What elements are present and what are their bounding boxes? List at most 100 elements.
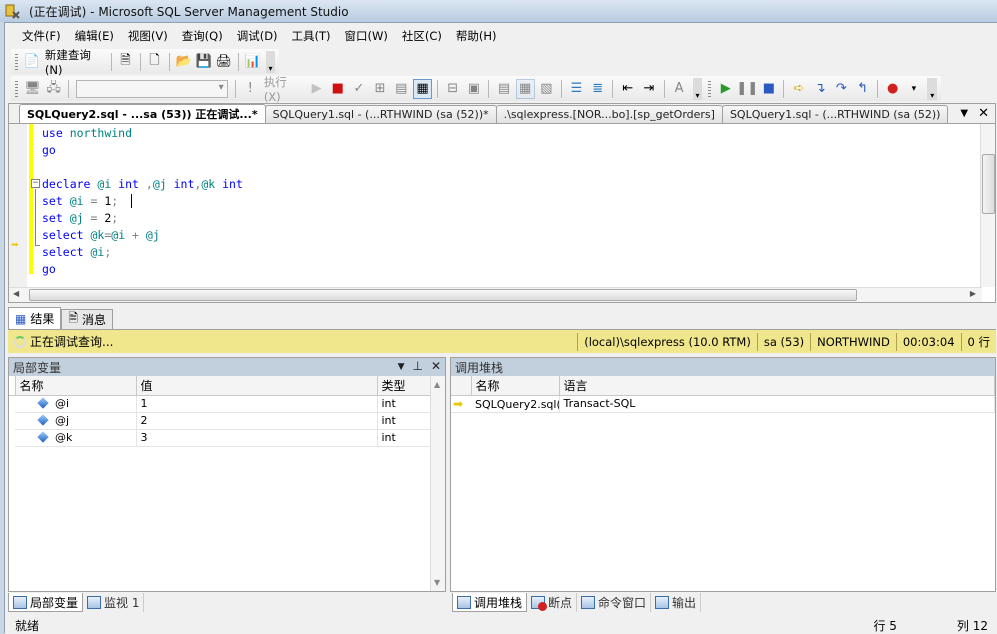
column-header-value[interactable]: 值	[136, 376, 378, 396]
menu-debug[interactable]: 调试(D)	[230, 28, 285, 44]
doc-tab-sqlquery2[interactable]: SQLQuery2.sql - ...sa (53)) 正在调试...*	[19, 104, 266, 123]
database-engine-query-icon[interactable]: 🗎	[116, 52, 134, 72]
column-header-type[interactable]: 类型	[377, 376, 431, 396]
code-line[interactable]: use northwind	[42, 125, 132, 142]
continue-icon[interactable]: ▶	[716, 79, 735, 99]
menu-tools[interactable]: 工具(T)	[285, 28, 338, 44]
cancel-query-icon[interactable]: ■	[328, 79, 347, 99]
column-header-name[interactable]: 名称	[471, 376, 560, 396]
disconnect-icon[interactable]: 🖧	[44, 79, 63, 99]
debug-start-icon[interactable]: ▶	[307, 79, 326, 99]
code-line[interactable]: go	[42, 142, 56, 159]
tab-command-window[interactable]: 命令窗口	[577, 593, 652, 612]
editor-gutter[interactable]	[9, 124, 27, 287]
new-query-icon[interactable]: 📄	[23, 52, 41, 72]
debug-toolbar-grip[interactable]	[708, 80, 712, 97]
toolbar-grip[interactable]	[15, 53, 18, 70]
column-header-name[interactable]: 名称	[15, 376, 137, 396]
menu-query[interactable]: 查询(Q)	[175, 28, 230, 44]
save-icon[interactable]: 💾	[195, 52, 213, 72]
window-position-dropdown-icon[interactable]: ▼	[398, 359, 405, 375]
increase-indent-icon[interactable]: ⇥	[639, 79, 658, 99]
scroll-right-icon[interactable]: ▶	[970, 289, 976, 298]
column-header-language[interactable]: 语言	[559, 376, 995, 396]
tab-results[interactable]: ▦ 结果	[8, 307, 62, 329]
sql-editor[interactable]: − ➡ use northwind go declare @i int ,@j in…	[9, 124, 982, 287]
tab-breakpoints[interactable]: 断点	[527, 593, 578, 612]
scrollbar-thumb[interactable]	[982, 154, 995, 214]
doc-tab-sp-getorders[interactable]: .\sqlexpress.[NOR...bo].[sp_getOrders]	[495, 105, 723, 123]
show-next-statement-icon[interactable]: ➪	[789, 79, 808, 99]
table-row[interactable]: @i 1 int	[9, 395, 431, 413]
connect-icon[interactable]: 🖥	[23, 79, 42, 99]
results-to-text-icon[interactable]: ▤	[494, 79, 513, 99]
breakpoints-window-icon[interactable]: ●	[883, 79, 902, 99]
code-line[interactable]: select @k=@i + @j	[42, 227, 160, 244]
editor-vertical-scrollbar[interactable]	[980, 124, 995, 287]
step-into-icon[interactable]: ↴	[811, 79, 830, 99]
scroll-left-icon[interactable]: ◀	[13, 289, 19, 298]
tab-watch-1[interactable]: 监视 1	[83, 593, 145, 612]
tab-messages[interactable]: 🗎 消息	[61, 309, 114, 329]
editor-horizontal-scrollbar[interactable]: ◀ ▶	[9, 287, 982, 302]
menu-window[interactable]: 窗口(W)	[338, 28, 395, 44]
auto-hide-pin-icon[interactable]: ⊥	[412, 359, 422, 375]
specify-template-values-icon[interactable]: A	[670, 79, 689, 99]
menu-help[interactable]: 帮助(H)	[449, 28, 504, 44]
code-line[interactable]: set @i = 1;	[42, 193, 118, 210]
scrollbar-thumb[interactable]	[29, 289, 857, 301]
database-select[interactable]	[76, 79, 228, 98]
client-statistics-icon[interactable]: ▣	[464, 79, 483, 99]
execute-button[interactable]: 执行(X)	[264, 74, 302, 104]
menu-file[interactable]: 文件(F)	[15, 28, 68, 44]
new-query-button[interactable]: 新建查询(N)	[45, 47, 103, 77]
code-line[interactable]: select @i;	[42, 244, 111, 261]
variable-value[interactable]: 2	[136, 412, 378, 430]
open-folder-icon[interactable]: 📂	[175, 52, 193, 72]
variable-value[interactable]: 3	[136, 429, 378, 447]
variable-value[interactable]: 1	[136, 395, 378, 413]
scroll-down-icon[interactable]: ▼	[434, 578, 440, 587]
menu-edit[interactable]: 编辑(E)	[68, 28, 121, 44]
scroll-up-icon[interactable]: ▲	[434, 380, 440, 389]
close-panel-icon[interactable]: ✕	[431, 359, 441, 375]
results-to-grid-icon[interactable]: ▦	[515, 78, 535, 99]
menu-community[interactable]: 社区(C)	[395, 28, 449, 44]
table-row[interactable]: ➡ SQLQuery2.sql() 行 Transact-SQL	[451, 395, 995, 413]
uncomment-lines-icon[interactable]: ≣	[588, 79, 607, 99]
toolbar-overflow-icon[interactable]: ▾	[692, 77, 703, 100]
table-row[interactable]: @k 3 int	[9, 429, 431, 447]
toolbar-overflow-icon[interactable]: ▾	[265, 50, 276, 73]
include-plan-icon[interactable]: ⊟	[443, 79, 462, 99]
toolbar-overflow-icon[interactable]: ▾	[927, 77, 937, 100]
tab-list-dropdown-icon[interactable]: ▼	[960, 106, 968, 122]
break-all-icon[interactable]: ❚❚	[736, 79, 758, 99]
parse-icon[interactable]: ✓	[349, 79, 368, 99]
tab-output[interactable]: 输出	[651, 593, 702, 612]
stop-debugging-icon[interactable]: ■	[759, 79, 778, 99]
activity-monitor-icon[interactable]: 📊	[244, 52, 262, 72]
step-over-icon[interactable]: ↷	[832, 79, 851, 99]
table-row[interactable]: @j 2 int	[9, 412, 431, 430]
step-out-icon[interactable]: ↰	[853, 79, 872, 99]
doc-tab-sqlquery1-modified[interactable]: SQLQuery1.sql - (...RTHWIND (sa (52))*	[264, 105, 497, 123]
collapse-region-icon[interactable]: −	[31, 179, 40, 188]
execute-icon[interactable]: !	[241, 79, 260, 99]
print-icon[interactable]: 🖨	[215, 52, 233, 72]
close-tab-icon[interactable]: ✕	[978, 106, 989, 122]
doc-tab-sqlquery1[interactable]: SQLQuery1.sql - (...RTHWIND (sa (52))	[721, 105, 949, 123]
tab-call-stack[interactable]: 调用堆栈	[452, 593, 528, 612]
decrease-indent-icon[interactable]: ⇤	[618, 79, 637, 99]
query-designer-icon[interactable]: ▤	[392, 79, 411, 99]
menu-view[interactable]: 视图(V)	[121, 28, 175, 44]
comment-lines-icon[interactable]: ☰	[567, 79, 586, 99]
code-line[interactable]: declare @i int ,@j int,@k int	[42, 176, 243, 193]
new-file-icon[interactable]: 🗋	[145, 52, 163, 72]
tab-locals[interactable]: 局部变量	[8, 593, 84, 612]
code-line[interactable]: set @j = 2;	[42, 210, 118, 227]
locals-vertical-scrollbar[interactable]: ▲ ▼	[430, 376, 445, 591]
display-estimated-plan-icon[interactable]: ⊞	[371, 79, 390, 99]
toolbar-grip[interactable]	[15, 80, 18, 97]
breakpoints-dropdown-icon[interactable]: ▾	[904, 79, 923, 99]
code-line[interactable]: go	[42, 261, 56, 278]
